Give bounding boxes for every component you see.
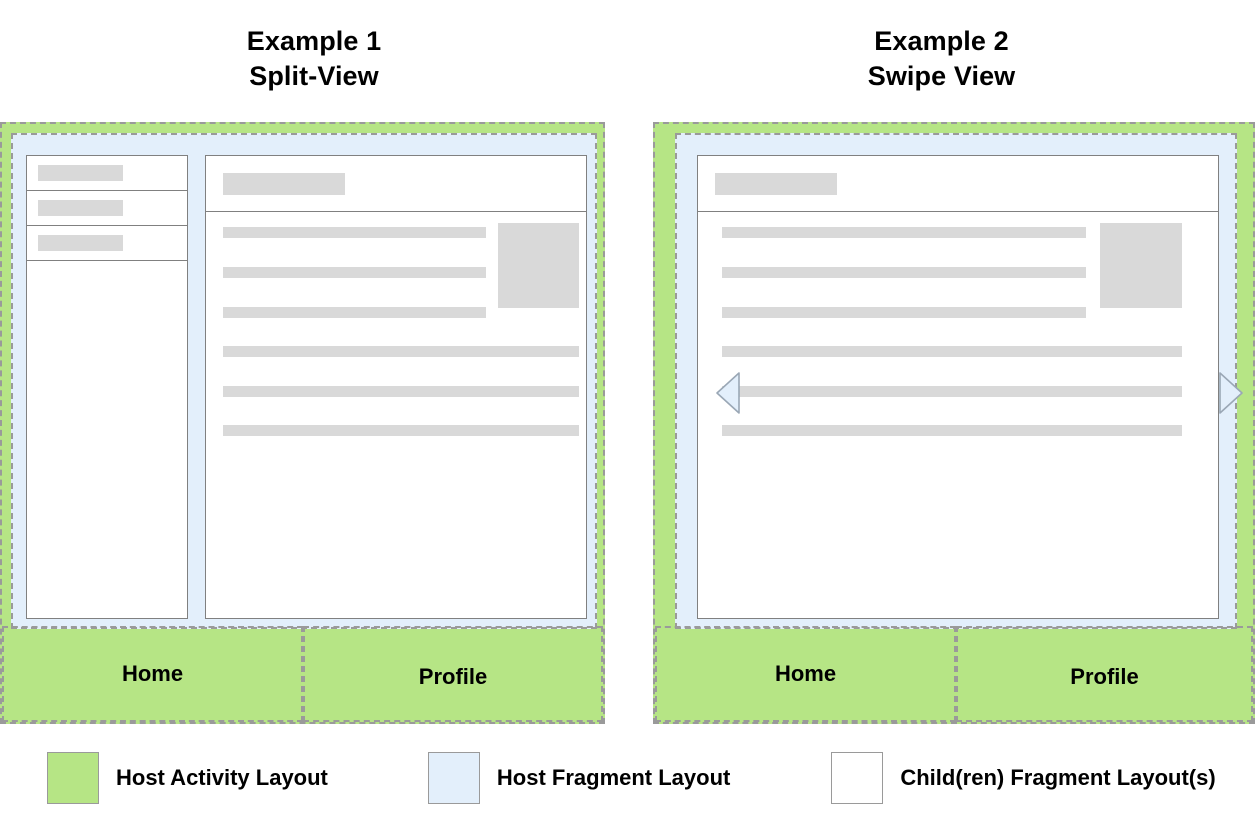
nav-tab-home[interactable]: Home [2,626,303,722]
detail-header [206,156,586,212]
example-2-title-line-2: Swipe View [867,60,1016,91]
text-line-placeholder [722,346,1182,357]
image-placeholder [498,223,579,308]
list-item-placeholder [38,235,123,251]
example-2-host-activity-layout: Home Profile [653,122,1255,724]
legend-swatch-host-fragment [427,752,480,804]
text-line-placeholder [722,267,1086,278]
example-1-list-fragment-layout [26,155,188,619]
text-line-placeholder [223,227,486,238]
example-1-title: Example 1 Split-View [0,0,628,93]
text-line-placeholder [223,425,579,436]
example-1-host-fragment-layout [11,133,597,629]
legend-label-child-fragment: Child(ren) Fragment Layout(s) [900,765,1216,790]
image-placeholder [1100,223,1182,308]
nav-tab-profile-label: Profile [418,664,488,689]
page-title-placeholder [715,172,837,195]
legend-swatch-host-activity [47,752,99,804]
example-1-title-line-2: Split-View [249,60,379,91]
page-header [698,156,1218,212]
example-2-bottom-navigation: Home Profile [655,626,1253,722]
list-item[interactable] [27,191,187,226]
text-line-placeholder [223,386,579,397]
legend-label-host-fragment: Host Fragment Layout [496,765,731,790]
legend-item-host-fragment: Host Fragment Layout [427,752,731,804]
example-2-title-line-1: Example 2 [874,26,1009,56]
text-line-placeholder [722,307,1086,318]
text-line-placeholder [223,346,579,357]
list-item-placeholder [38,165,123,181]
swipe-left-arrow-icon[interactable] [715,371,741,415]
nav-tab-profile[interactable]: Profile [303,626,603,722]
example-2-swipe-view: Example 2 Swipe View Home Profile [628,0,1255,724]
legend-item-child-fragment: Child(ren) Fragment Layout(s) [831,752,1216,804]
list-item[interactable] [27,156,187,191]
examples-row: Example 1 Split-View Home Profile Exampl… [0,0,1255,724]
nav-tab-home-label: Home [774,661,837,686]
nav-tab-profile-label: Profile [1070,664,1139,689]
example-1-title-line-1: Example 1 [246,26,382,56]
nav-tab-home-label: Home [121,661,184,686]
legend-swatch-child-fragment [831,752,884,804]
text-line-placeholder [722,386,1182,397]
list-item[interactable] [27,226,187,261]
example-2-title: Example 2 Swipe View [628,0,1255,93]
list-item-placeholder [38,200,123,216]
example-2-host-fragment-layout [675,133,1243,629]
nav-tab-home[interactable]: Home [655,626,956,722]
example-1-bottom-navigation: Home Profile [2,626,603,722]
text-line-placeholder [223,267,486,278]
legend-item-host-activity: Host Activity Layout [47,752,328,804]
example-1-host-activity-layout: Home Profile [0,122,605,724]
legend: Host Activity Layout Host Fragment Layou… [0,752,1255,804]
example-2-page-fragment-layout [697,155,1219,619]
legend-label-host-activity: Host Activity Layout [116,765,328,790]
detail-title-placeholder [223,172,345,195]
example-1-detail-fragment-layout [205,155,587,619]
example-1-split-view: Example 1 Split-View Home Profile [0,0,628,724]
swipe-right-arrow-icon[interactable] [1218,371,1244,415]
nav-tab-profile[interactable]: Profile [956,626,1253,722]
text-line-placeholder [722,227,1086,238]
text-line-placeholder [722,425,1182,436]
text-line-placeholder [223,307,486,318]
